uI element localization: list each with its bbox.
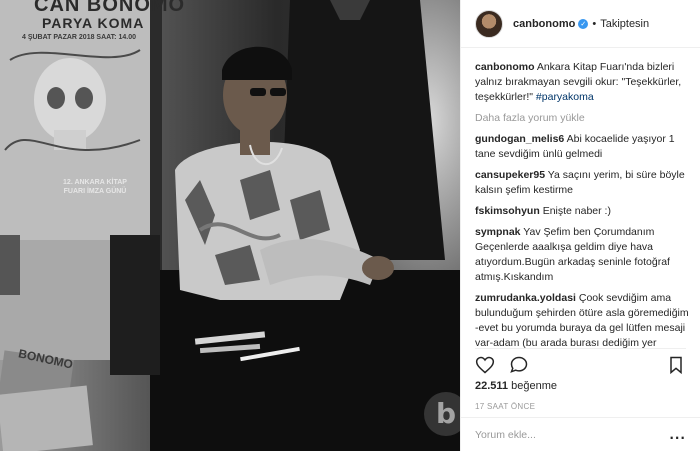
verified-badge-icon: ✓ bbox=[578, 18, 589, 29]
comment-item: fskimsohyun Enişte naber :) bbox=[475, 204, 692, 219]
watermark-logo: b bbox=[424, 392, 460, 436]
comment-icon[interactable] bbox=[509, 355, 529, 375]
comment-item: gundogan_melis6 Abi kocaelide yaşıyor 1 … bbox=[475, 132, 692, 162]
post-header: canbonomo ✓ • Takiptesin bbox=[461, 0, 700, 48]
comment-username[interactable]: fskimsohyun bbox=[475, 205, 540, 217]
photo-scene bbox=[0, 0, 460, 451]
comment-username[interactable]: sympnak bbox=[475, 226, 521, 238]
sunglasses bbox=[250, 88, 266, 96]
poster-date: 4 ŞUBAT PAZAR 2018 SAAT: 14.00 bbox=[22, 34, 136, 41]
add-comment-bar: ... bbox=[461, 417, 700, 451]
comment-username[interactable]: cansupeker95 bbox=[475, 169, 545, 181]
header-username[interactable]: canbonomo bbox=[513, 18, 575, 30]
comment-input[interactable] bbox=[475, 428, 665, 441]
heart-icon[interactable] bbox=[475, 355, 495, 375]
post-timestamp: 17 SAAT ÖNCE bbox=[475, 402, 536, 411]
load-more-comments[interactable]: Daha fazla yorum yükle bbox=[475, 111, 692, 126]
comment-item: cansupeker95 Ya saçını yerim, bi süre bö… bbox=[475, 168, 692, 198]
avatar[interactable] bbox=[475, 9, 503, 38]
post-photo[interactable]: CAN BONOMO PARYA KOMA 4 ŞUBAT PAZAR 2018… bbox=[0, 0, 460, 451]
caption-hashtag[interactable]: #paryakoma bbox=[536, 91, 594, 103]
skull-graphic bbox=[34, 58, 106, 142]
comments-list[interactable]: canbonomo Ankara Kitap Fuarı'nda bizleri… bbox=[475, 60, 692, 350]
caption-username[interactable]: canbonomo bbox=[475, 61, 535, 73]
likes-number: 22.511 bbox=[475, 380, 509, 392]
comment-item: sympnak Yav Şefim ben Çorumdanım Geçenle… bbox=[475, 225, 692, 285]
follow-status[interactable]: Takiptesin bbox=[600, 18, 649, 30]
post-side-panel: canbonomo ✓ • Takiptesin canbonomo Ankar… bbox=[460, 0, 700, 451]
comment-item: zumrudanka.yoldasi Çook sevdiğim ama bul… bbox=[475, 291, 692, 350]
poster-event: 12. ANKARA KİTAP FUARI İMZA GÜNÜ bbox=[63, 179, 127, 195]
comment-username[interactable]: zumrudanka.yoldasi bbox=[475, 292, 576, 304]
likes-count[interactable]: 22.511 beğenme bbox=[475, 380, 557, 392]
likes-label: beğenme bbox=[511, 380, 557, 392]
options-icon[interactable]: ... bbox=[669, 428, 686, 442]
separator-dot: • bbox=[592, 17, 597, 30]
bookmark-icon[interactable] bbox=[666, 355, 686, 375]
comment-username[interactable]: gundogan_melis6 bbox=[475, 133, 564, 145]
comment-text: Enişte naber :) bbox=[542, 205, 611, 217]
poster-subtitle: PARYA KOMA bbox=[42, 15, 145, 31]
caption: canbonomo Ankara Kitap Fuarı'nda bizleri… bbox=[475, 60, 692, 105]
chair bbox=[110, 235, 160, 375]
action-bar bbox=[475, 348, 686, 374]
